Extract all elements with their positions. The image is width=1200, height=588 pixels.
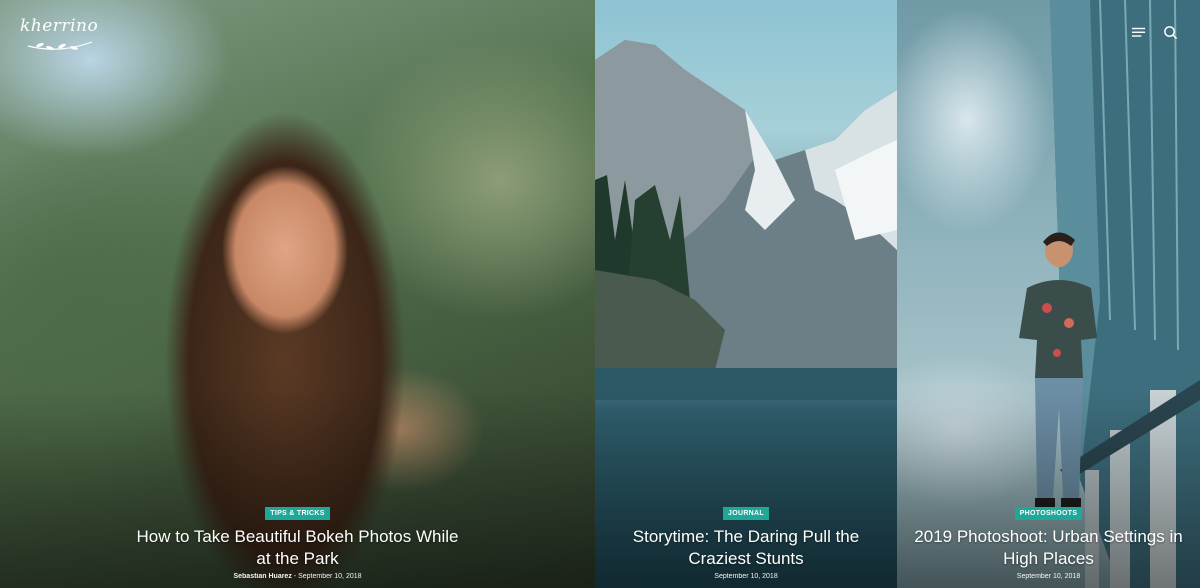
post-caption: TIPS & TRICKS How to Take Beautiful Boke… (0, 502, 595, 580)
post-meta: Sebastian Huarez - September 10, 2018 (12, 573, 583, 580)
post-title[interactable]: How to Take Beautiful Bokeh Photos While… (12, 526, 583, 570)
mountain-illustration (595, 0, 897, 400)
category-badge[interactable]: PHOTOSHOOTS (1014, 507, 1083, 520)
post-caption: JOURNAL Storytime: The Daring Pull the C… (595, 502, 897, 580)
post-meta: September 10, 2018 (607, 573, 885, 580)
menu-icon (1131, 27, 1145, 37)
post-date: September 10, 2018 (714, 573, 778, 580)
laurel-icon (27, 41, 93, 51)
meta-separator: - (293, 573, 297, 580)
search-button[interactable] (1162, 24, 1178, 40)
header-actions (1130, 24, 1178, 40)
post-author[interactable]: Sebastian Huarez (233, 573, 291, 580)
site-logo[interactable]: kherrino (20, 16, 100, 58)
post-title[interactable]: Storytime: The Daring Pull the Craziest … (607, 526, 885, 570)
post-date: September 10, 2018 (1016, 573, 1081, 580)
category-badge[interactable]: TIPS & TRICKS (265, 507, 330, 520)
menu-button[interactable] (1130, 24, 1146, 40)
post-title[interactable]: 2019 Photoshoot: Urban Settings in High … (909, 526, 1188, 570)
logo-text: kherrino (20, 16, 99, 36)
post-card-storytime[interactable]: JOURNAL Storytime: The Daring Pull the C… (595, 0, 897, 588)
post-card-urban[interactable]: PHOTOSHOOTS 2019 Photoshoot: Urban Setti… (897, 0, 1200, 588)
category-badge[interactable]: JOURNAL (723, 507, 769, 520)
post-meta: September 10, 2018 (909, 573, 1188, 580)
featured-posts-grid: TIPS & TRICKS How to Take Beautiful Boke… (0, 0, 1200, 588)
post-card-bokeh[interactable]: TIPS & TRICKS How to Take Beautiful Boke… (0, 0, 595, 588)
post-caption: PHOTOSHOOTS 2019 Photoshoot: Urban Setti… (897, 502, 1200, 580)
search-icon (1163, 25, 1177, 39)
post-date: September 10, 2018 (298, 573, 362, 580)
